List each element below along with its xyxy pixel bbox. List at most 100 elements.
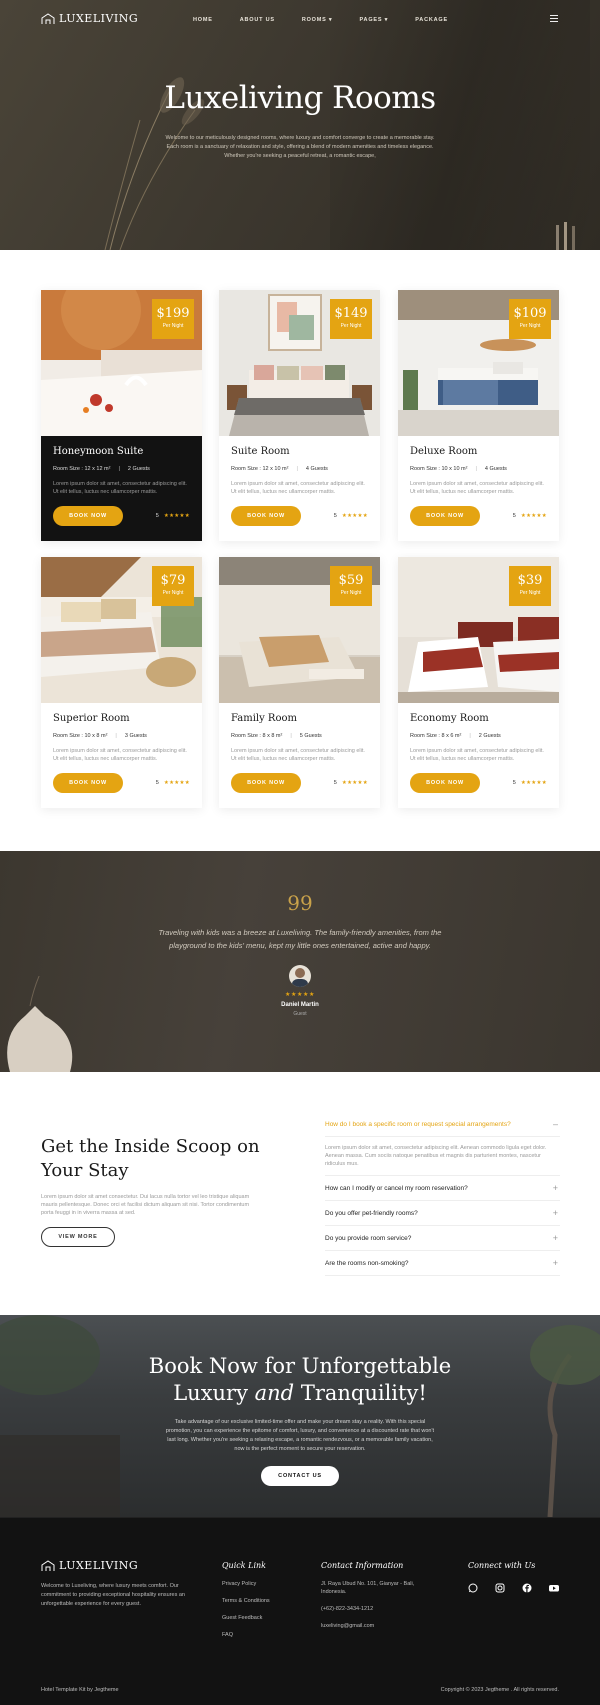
book-now-button[interactable]: BOOK NOW: [53, 506, 123, 526]
quick-links-column: Quick Link Privacy Policy Terms & Condit…: [222, 1561, 270, 1648]
room-name[interactable]: Deluxe Room: [410, 446, 477, 457]
room-guests: 2 Guests: [127, 466, 150, 472]
room-guests: 5 Guests: [299, 733, 322, 739]
nav-about[interactable]: ABOUT US: [240, 17, 275, 23]
room-size: Room Size : 12 x 12 m²: [53, 466, 111, 472]
tree-right-decoration: [530, 1325, 600, 1517]
faq-question-open[interactable]: How do I book a specific room or request…: [325, 1112, 560, 1137]
price-badge: $199 Per Night: [152, 299, 194, 339]
page-title: Luxeliving Rooms: [164, 80, 436, 116]
footer-brand-name: LUXELIVING: [59, 1559, 139, 1572]
footer-divider: [0, 1517, 600, 1518]
room-card-economy: $39 Per Night Economy Room Room Size : 8 …: [398, 557, 559, 808]
hero-section: LUXELIVING HOME ABOUT US ROOMS ▾ PAGES ▾…: [0, 0, 600, 250]
book-now-button[interactable]: BOOK NOW: [410, 506, 480, 526]
reviewer-name: Daniel Martin: [281, 1002, 319, 1008]
footer-copyright: Copyright © 2023 Jegtheme . All rights r…: [440, 1687, 559, 1693]
star-icons: ★★★★★: [163, 780, 190, 786]
footer-link-privacy[interactable]: Privacy Policy: [222, 1580, 270, 1588]
faq-section: Get the Inside Scoop on Your Stay Lorem …: [0, 1072, 600, 1315]
faq-question[interactable]: Do you offer pet-friendly rooms? +: [325, 1201, 560, 1226]
brand-name: LUXELIVING: [59, 12, 139, 25]
book-now-button[interactable]: BOOK NOW: [410, 773, 480, 793]
room-rating: 5 ★★★★★: [333, 513, 368, 519]
room-description: Lorem ipsum dolor sit amet, consectetur …: [410, 481, 544, 495]
room-size: Room Size : 12 x 10 m²: [231, 466, 289, 472]
phone[interactable]: (+62)-822-3434-1212: [321, 1605, 431, 1613]
faq-question[interactable]: Are the rooms non-smoking? +: [325, 1251, 560, 1276]
room-description: Lorem ipsum dolor sit amet, consectetur …: [53, 748, 187, 762]
book-now-button[interactable]: BOOK NOW: [53, 773, 123, 793]
footer-link-feedback[interactable]: Guest Feedback: [222, 1614, 270, 1622]
book-now-button[interactable]: BOOK NOW: [231, 506, 301, 526]
room-meta: Room Size : 10 x 8 m² | 3 Guests: [53, 733, 147, 739]
room-card-honeymoon: $199 Per Night Honeymoon Suite Room Size …: [41, 290, 202, 541]
footer-bottom-bar: Hotel Template Kit by Jegtheme Copyright…: [41, 1687, 559, 1693]
footer-credit[interactable]: Hotel Template Kit by Jegtheme: [41, 1687, 119, 1693]
room-name[interactable]: Honeymoon Suite: [53, 446, 143, 457]
top-nav: LUXELIVING HOME ABOUT US ROOMS ▾ PAGES ▾…: [0, 0, 600, 40]
social-icons: [468, 1580, 559, 1593]
youtube-icon[interactable]: [549, 1580, 559, 1592]
star-icons: ★★★★★: [341, 513, 368, 519]
room-size: Room Size : 8 x 8 m²: [231, 733, 283, 739]
nav-home[interactable]: HOME: [193, 17, 213, 23]
plus-icon: +: [552, 1183, 558, 1193]
contact-us-button[interactable]: CONTACT US: [261, 1466, 339, 1486]
room-rating: 5 ★★★★★: [155, 780, 190, 786]
room-meta: Room Size : 8 x 8 m² | 5 Guests: [231, 733, 322, 739]
view-more-button[interactable]: VIEW MORE: [41, 1227, 115, 1247]
brushes-decoration: [556, 222, 575, 250]
room-description: Lorem ipsum dolor sit amet, consectetur …: [231, 748, 365, 762]
room-card-superior: $79 Per Night Superior Room Room Size : 1…: [41, 557, 202, 808]
contact-title: Contact Information: [321, 1561, 404, 1570]
room-description: Lorem ipsum dolor sit amet, consectetur …: [410, 748, 544, 762]
testimonial-section: 99 Traveling with kids was a breeze at L…: [0, 851, 600, 1072]
cta-heading: Book Now for Unforgettable Luxury and Tra…: [148, 1354, 452, 1405]
room-size: Room Size : 10 x 8 m²: [53, 733, 108, 739]
room-guests: 2 Guests: [478, 733, 501, 739]
cta-text: Take advantage of our exclusive limited-…: [165, 1419, 435, 1452]
room-name[interactable]: Superior Room: [53, 713, 130, 724]
brand-logo[interactable]: LUXELIVING: [41, 12, 138, 25]
main-menu: HOME ABOUT US ROOMS ▾ PAGES ▾ PACKAGE: [193, 17, 475, 23]
price-badge: $59 Per Night: [330, 566, 372, 606]
booking-cta-section: Book Now for Unforgettable Luxury and Tra…: [0, 1315, 600, 1517]
avatar: [289, 965, 311, 987]
footer-link-faq[interactable]: FAQ: [222, 1631, 270, 1639]
hero-subtitle: Welcome to our meticulously designed roo…: [165, 135, 435, 159]
room-name[interactable]: Suite Room: [231, 446, 290, 457]
price-badge: $39 Per Night: [509, 566, 551, 606]
star-icons: ★★★★★: [520, 780, 547, 786]
room-name[interactable]: Family Room: [231, 713, 297, 724]
faq-intro: Lorem ipsum dolor sit amet consectetur. …: [41, 1194, 250, 1216]
email[interactable]: luxeliving@gmail.com: [321, 1622, 431, 1630]
social-title: Connect with Us: [468, 1561, 536, 1570]
room-meta: Room Size : 12 x 12 m² | 2 Guests: [53, 466, 150, 472]
room-rating: 5 ★★★★★: [333, 780, 368, 786]
room-card-suite: $149 Per Night Suite Room Room Size : 12 …: [219, 290, 380, 541]
star-icons: ★★★★★: [163, 513, 190, 519]
room-meta: Room Size : 10 x 10 m² | 4 Guests: [410, 466, 507, 472]
price-badge: $149 Per Night: [330, 299, 372, 339]
nav-rooms[interactable]: ROOMS ▾: [302, 17, 333, 23]
nav-pages[interactable]: PAGES ▾: [360, 17, 389, 23]
nav-package[interactable]: PACKAGE: [415, 17, 448, 23]
room-guests: 3 Guests: [124, 733, 147, 739]
room-name[interactable]: Economy Room: [410, 713, 489, 724]
footer-link-terms[interactable]: Terms & Conditions: [222, 1597, 270, 1605]
footer-logo[interactable]: LUXELIVING: [41, 1559, 138, 1572]
contact-column: Contact Information Jl. Raya Ubud No. 10…: [321, 1561, 431, 1639]
book-now-button[interactable]: BOOK NOW: [231, 773, 301, 793]
room-description: Lorem ipsum dolor sit amet, consectetur …: [231, 481, 365, 495]
hamburger-menu-icon[interactable]: [550, 15, 558, 22]
star-icons: ★★★★★: [520, 513, 547, 519]
whatsapp-icon[interactable]: [468, 1580, 478, 1593]
price-badge: $109 Per Night: [509, 299, 551, 339]
facebook-icon[interactable]: [522, 1580, 532, 1593]
faq-question[interactable]: Do you provide room service? +: [325, 1226, 560, 1251]
faq-question[interactable]: How can I modify or cancel my room reser…: [325, 1176, 560, 1201]
price-badge: $79 Per Night: [152, 566, 194, 606]
instagram-icon[interactable]: [495, 1580, 505, 1593]
room-rating: 5 ★★★★★: [155, 513, 190, 519]
